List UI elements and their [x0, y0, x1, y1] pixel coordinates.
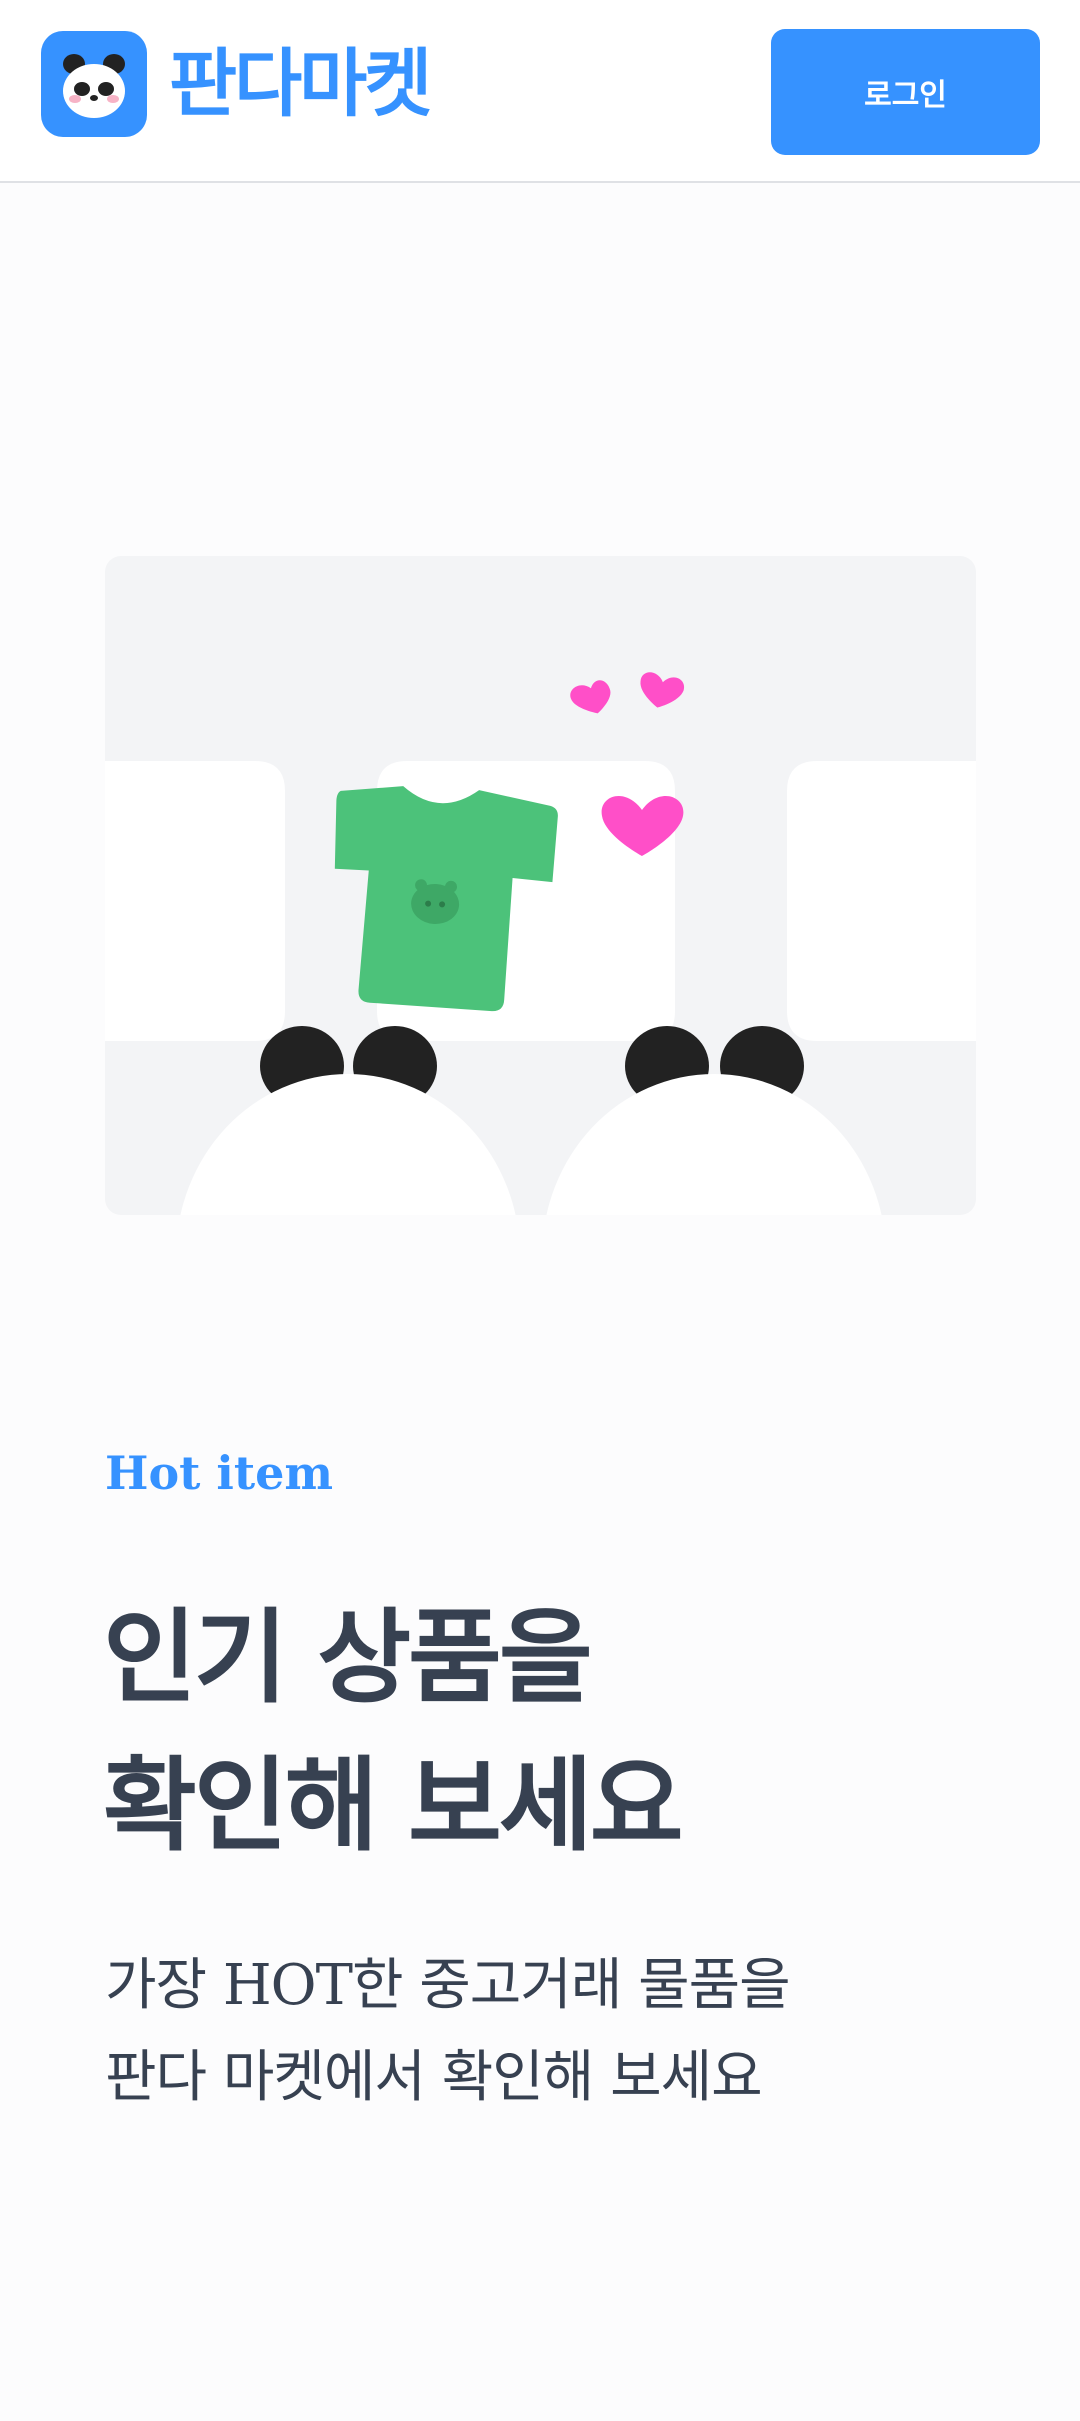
section-description-line: 가장 HOT한 중고거래 물품을 — [105, 1953, 791, 2018]
site-header: 판다마켓 로그인 — [0, 0, 1080, 183]
section-title-line: 확인해 보세요 — [103, 1747, 684, 1866]
section-title: 인기 상품을 확인해 보세요 — [103, 1585, 1003, 1881]
logo-text: 판다마켓 — [169, 41, 432, 127]
logo-link[interactable]: 판다마켓 — [41, 31, 432, 137]
hot-item-illustration — [105, 556, 976, 1215]
panda-logo-icon — [41, 31, 147, 137]
login-button[interactable]: 로그인 — [771, 29, 1040, 155]
section-description-line: 판다 마켓에서 확인해 보세요 — [105, 2045, 763, 2110]
section-description: 가장 HOT한 중고거래 물품을 판다 마켓에서 확인해 보세요 — [105, 1940, 1005, 2124]
hot-item-tag: Hot item — [105, 1446, 334, 1500]
section-title-line: 인기 상품을 — [103, 1599, 593, 1718]
